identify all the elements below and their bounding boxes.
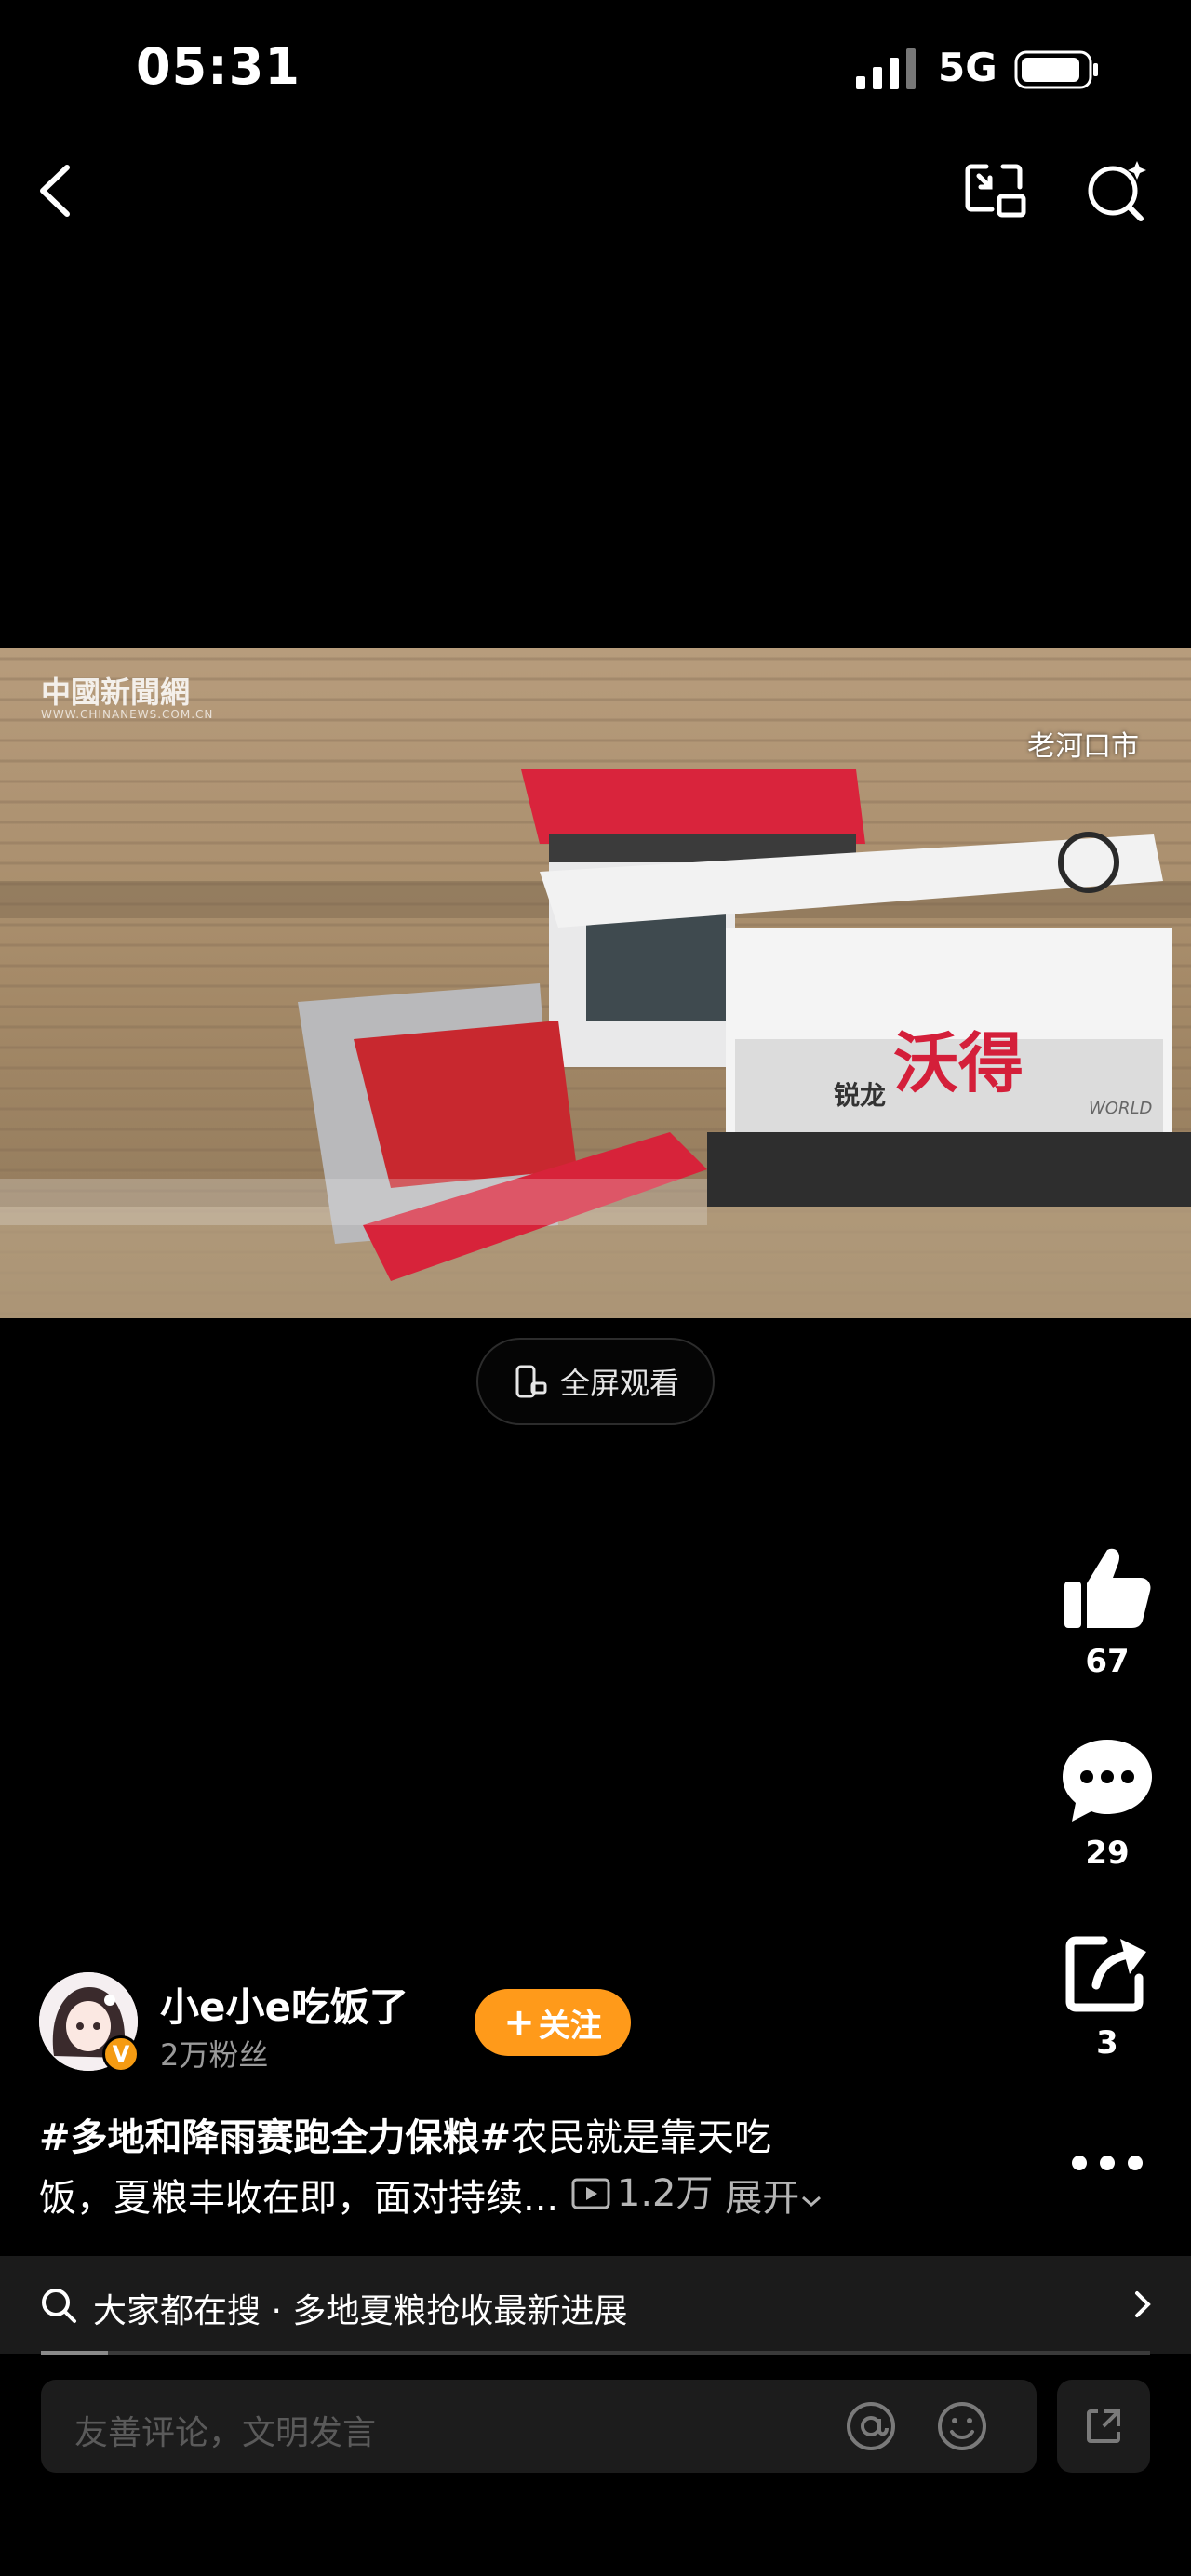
comment-input[interactable]: 友善评论，文明发言 — [41, 2380, 1037, 2473]
svg-text:WORLD: WORLD — [1089, 1099, 1152, 1118]
playback-progress-bar[interactable] — [41, 2351, 1150, 2355]
search-suggestion-prefix: 大家都在搜 — [93, 2292, 261, 2330]
share-count: 3 — [1096, 2024, 1118, 2062]
follow-button[interactable]: + 关注 — [475, 1989, 631, 2056]
picture-in-picture-icon[interactable] — [958, 153, 1033, 228]
author-name[interactable]: 小e小e吃饭了 — [160, 1976, 408, 2033]
network-type: 5G — [938, 45, 997, 90]
mention-icon[interactable] — [843, 2398, 899, 2454]
signal-icon — [856, 48, 916, 89]
video-watermark: 中國新聞網 — [41, 674, 191, 710]
play-count: 1.2万 — [570, 2166, 714, 2222]
follow-label: 关注 — [538, 2007, 602, 2045]
comment-bubble-icon — [1063, 1740, 1152, 1822]
playback-progress-fill — [41, 2351, 108, 2355]
video-player[interactable]: 沃得 锐龙 WORLD 中國新聞網 WWW.CHINANEWS.COM.CN 老… — [0, 648, 1191, 1318]
play-count-value: 1.2万 — [616, 2172, 714, 2215]
like-count: 67 — [1085, 1643, 1130, 1680]
search-icon — [42, 2289, 76, 2323]
status-bar: 05:31 5G — [0, 0, 1191, 140]
emoji-icon[interactable] — [934, 2398, 990, 2454]
more-dots-icon — [1072, 2156, 1143, 2170]
caption-hashtag[interactable]: #多地和降雨赛跑全力保粮# — [39, 2116, 511, 2159]
search-suggestion-text: 大家都在搜 · 多地夏粮抢收最新进展 — [93, 2284, 627, 2332]
search-suggestion-separator: · — [271, 2292, 282, 2330]
svg-text:锐龙: 锐龙 — [834, 1080, 886, 1111]
thumbs-up-icon — [1064, 1548, 1151, 1628]
svg-text:沃得: 沃得 — [893, 1025, 1024, 1101]
video-frame: 沃得 锐龙 WORLD — [0, 648, 1191, 1318]
share-icon — [1065, 1936, 1146, 2012]
caption-text-line2: 饭，夏粮丰收在即，面对持续... — [39, 2177, 559, 2220]
expand-icon — [1087, 2409, 1120, 2443]
expand-caption-button[interactable]: 展开 — [725, 2177, 823, 2220]
video-location-caption: 老河口市 — [1027, 730, 1139, 763]
rotate-phone-icon — [515, 1365, 547, 1398]
back-icon[interactable] — [28, 158, 84, 223]
more-button[interactable] — [1051, 2149, 1163, 2181]
share-button[interactable]: 3 — [1051, 1931, 1163, 2062]
like-button[interactable]: 67 — [1051, 1544, 1163, 1680]
play-count-icon — [571, 2178, 610, 2209]
fullscreen-button[interactable]: 全屏观看 — [476, 1338, 715, 1425]
verified-badge: V — [102, 2035, 140, 2073]
expand-comments-button[interactable] — [1057, 2380, 1150, 2473]
comment-placeholder: 友善评论，文明发言 — [74, 2414, 377, 2452]
search-icon[interactable] — [1079, 153, 1154, 228]
caption-text-line1: 农民就是靠天吃 — [511, 2116, 772, 2159]
expand-label: 展开 — [725, 2177, 800, 2220]
chevron-right-icon — [1135, 2291, 1151, 2317]
status-time: 05:31 — [136, 37, 301, 96]
plus-icon: + — [503, 2001, 535, 2044]
comment-button[interactable]: 29 — [1051, 1736, 1163, 1872]
chevron-down-icon — [802, 2196, 822, 2208]
comment-count: 29 — [1085, 1835, 1130, 1872]
search-suggestion-bar[interactable]: 大家都在搜 · 多地夏粮抢收最新进展 — [0, 2256, 1191, 2354]
search-suggestion-query: 多地夏粮抢收最新进展 — [292, 2292, 628, 2330]
video-caption[interactable]: #多地和降雨赛跑全力保粮#农民就是靠天吃 饭，夏粮丰收在即，面对持续... 1.… — [39, 2110, 1007, 2226]
fullscreen-label: 全屏观看 — [559, 1366, 679, 1401]
battery-icon — [1014, 50, 1098, 89]
author-fans: 2万粉丝 — [160, 2037, 269, 2073]
video-watermark-url: WWW.CHINANEWS.COM.CN — [41, 708, 214, 721]
